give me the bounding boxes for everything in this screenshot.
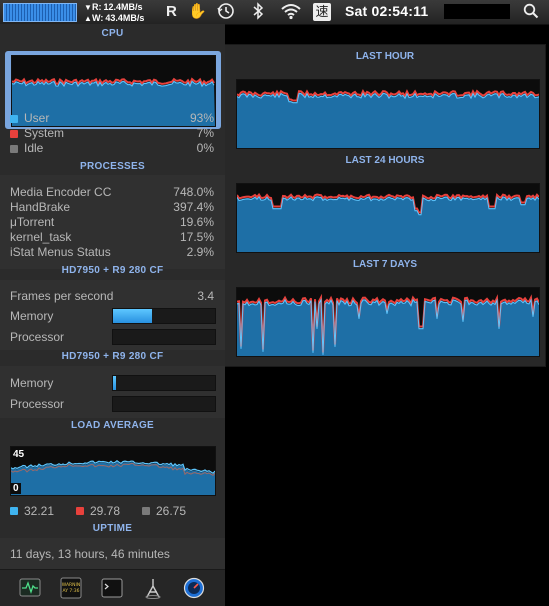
time-machine-icon[interactable]: [217, 2, 235, 26]
last-hour-title: LAST HOUR: [355, 51, 415, 62]
gpu1-fps-row: Frames per second 3.4: [10, 289, 214, 303]
hand-icon[interactable]: ✋: [188, 2, 207, 22]
download-icon: ▼: [84, 3, 92, 12]
bluetooth-icon[interactable]: [252, 2, 264, 26]
load-graph-svg: [10, 460, 216, 495]
bottom-toolbar: WARNIN AY 7:36: [0, 569, 225, 606]
menu-bar: ▼R: 12.4MB/s ▲W: 43.4MB/s R ✋ 速 Sat 02:54:…: [0, 0, 549, 25]
fps-value: 3.4: [197, 289, 214, 303]
gpu2-processor-bar: [112, 396, 216, 412]
gpu1-processor-bar: [112, 329, 216, 345]
network-utility-icon[interactable]: [142, 577, 164, 599]
menu-clock[interactable]: Sat 02:54:11: [345, 3, 428, 19]
gpu2-memory-fill: [113, 376, 117, 390]
last-hour-svg: [236, 88, 540, 148]
user-swatch: [10, 114, 18, 123]
list-item[interactable]: HandBrake 397.4%: [10, 200, 214, 215]
cpu-row-user: User 93%: [10, 111, 214, 126]
load-1min-swatch: [10, 507, 18, 515]
upload-icon: ▲: [84, 14, 92, 23]
gpu2-memory-label: Memory: [10, 376, 54, 390]
cpu-menubar-graph[interactable]: [3, 3, 77, 22]
load-graph-max-label: 45: [11, 449, 27, 460]
wifi-icon[interactable]: [280, 2, 302, 26]
cpu-row-system: System 7%: [10, 126, 214, 141]
cpu-usage-list: User 93% System 7% Idle 0%: [10, 111, 214, 156]
load-graph-min-label: 0: [11, 483, 21, 494]
last-7-days-svg: [236, 293, 540, 356]
spotlight-search-icon[interactable]: [523, 2, 539, 26]
list-item[interactable]: kernel_task 17.5%: [10, 230, 214, 245]
cpu-row-idle: Idle 0%: [10, 141, 214, 156]
terminal-icon[interactable]: [101, 577, 123, 599]
load-5min-swatch: [76, 507, 84, 515]
load-1min: 32.21: [10, 504, 54, 518]
gpu2-processor-label: Processor: [10, 397, 65, 411]
gpu1-section-title: HD7950 + R9 280 CF: [61, 265, 164, 276]
idle-swatch: [10, 144, 18, 153]
last-24-hours-graph: [236, 183, 540, 253]
system-swatch: [10, 129, 18, 138]
cpu-section-title: CPU: [101, 28, 124, 39]
process-list: Media Encoder CC 748.0% HandBrake 397.4% μ…: [10, 185, 214, 260]
load-5min: 29.78: [76, 504, 120, 518]
load-average-graph[interactable]: 45 0: [10, 446, 216, 496]
uptime-value: 11 days, 13 hours, 46 minutes: [10, 547, 170, 561]
console-log-icon[interactable]: WARNIN AY 7:36: [60, 577, 82, 599]
list-item[interactable]: μTorrent 19.6%: [10, 215, 214, 230]
svg-text:AY 7:36: AY 7:36: [62, 588, 79, 594]
list-item[interactable]: iStat Menus Status 2.9%: [10, 245, 214, 260]
gpu1-memory-fill: [113, 309, 152, 323]
last-24-hours-svg: [236, 192, 540, 252]
gpu1-memory-label: Memory: [10, 309, 54, 323]
network-write-value: 43.4MB/s: [105, 13, 145, 23]
last-7-days-title: LAST 7 DAYS: [352, 259, 418, 270]
processes-section-title: PROCESSES: [80, 161, 145, 172]
last-hour-graph: [236, 79, 540, 149]
activity-monitor-icon[interactable]: [19, 577, 41, 599]
list-item[interactable]: Media Encoder CC 748.0%: [10, 185, 214, 200]
load-15min-swatch: [142, 507, 150, 515]
last-7-days-graph: [236, 287, 540, 357]
last-24-hours-title: LAST 24 HOURS: [345, 155, 425, 166]
load-average-section-title: LOAD AVERAGE: [70, 420, 155, 431]
istat-dropdown-panel: CPU User 93% System 7% Idle 0% PROCESSES…: [0, 24, 225, 606]
network-speed-meter[interactable]: ▼R: 12.4MB/s ▲W: 43.4MB/s: [84, 2, 144, 24]
gpu2-memory-bar: [112, 375, 216, 391]
load-15min: 26.75: [142, 504, 186, 518]
istat-settings-icon[interactable]: [183, 577, 205, 599]
usage-area: [237, 92, 539, 148]
cpu-history-panel: LAST HOUR LAST 24 HOURS LAST 7 DAYS: [225, 44, 546, 367]
svg-text:WARNIN: WARNIN: [62, 582, 80, 588]
r-menu-icon[interactable]: R: [166, 2, 177, 22]
redacted-area: [444, 4, 510, 19]
gpu2-section-title: HD7950 + R9 280 CF: [61, 351, 164, 362]
gpu1-memory-bar: [112, 308, 216, 324]
input-source-icon[interactable]: 速: [313, 3, 331, 21]
network-read-value: 12.4MB/s: [103, 2, 143, 12]
uptime-section-title: UPTIME: [92, 523, 133, 534]
gpu1-processor-label: Processor: [10, 330, 65, 344]
